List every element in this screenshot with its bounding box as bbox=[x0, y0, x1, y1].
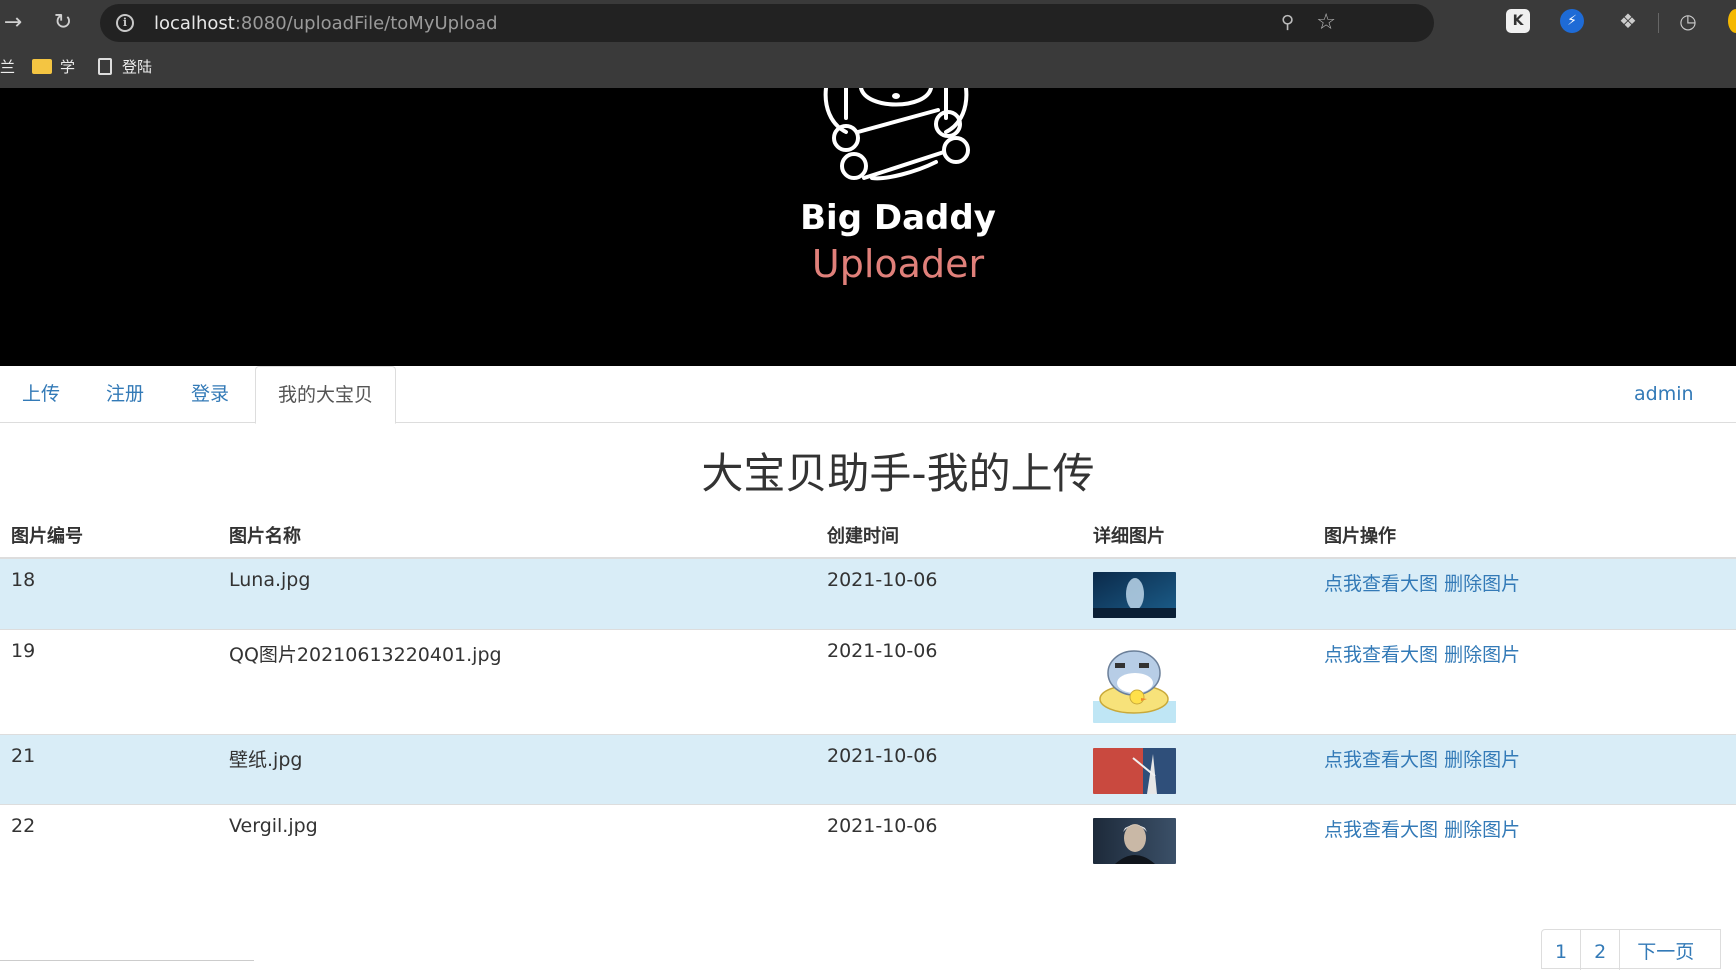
delete-image-link[interactable]: 删除图片 bbox=[1444, 819, 1520, 841]
view-large-link[interactable]: 点我查看大图 bbox=[1324, 573, 1438, 595]
table-row: 18 Luna.jpg 2021-10-06 点我查看大图 删除图片 bbox=[0, 557, 1736, 629]
cell-id: 18 bbox=[0, 557, 218, 629]
cell-thumbnail bbox=[1082, 803, 1313, 874]
table-row: 21 壁纸.jpg 2021-10-06 点我查看大图 删除图片 bbox=[0, 733, 1736, 804]
url-host: localhost bbox=[154, 13, 235, 34]
site-info-icon[interactable]: i bbox=[116, 14, 134, 32]
cell-name: Vergil.jpg bbox=[218, 803, 816, 874]
cell-name: Luna.jpg bbox=[218, 557, 816, 629]
cell-created: 2021-10-06 bbox=[816, 733, 1082, 804]
pagination: 1 2 下一页 bbox=[1541, 929, 1722, 970]
page-title: 大宝贝助手-我的上传 bbox=[701, 449, 1095, 498]
extension-k-icon[interactable]: K bbox=[1506, 9, 1530, 33]
profile-avatar[interactable] bbox=[1728, 9, 1736, 33]
cell-created: 2021-10-06 bbox=[816, 628, 1082, 734]
delete-image-link[interactable]: 删除图片 bbox=[1444, 644, 1520, 666]
column-header-actions: 图片操作 bbox=[1313, 512, 1736, 559]
table-row: 22 Vergil.jpg 2021-10-06 点我查看大图 删除图片 bbox=[0, 803, 1736, 874]
view-large-link[interactable]: 点我查看大图 bbox=[1324, 644, 1438, 666]
bookmark-label: 登陆 bbox=[122, 58, 153, 76]
cell-actions: 点我查看大图 删除图片 bbox=[1313, 803, 1736, 874]
forward-icon[interactable]: → bbox=[0, 10, 26, 36]
tab-login[interactable]: 登录 bbox=[191, 366, 229, 423]
address-bar[interactable]: i localhost:8080/uploadFile/toMyUpload ⚲… bbox=[100, 4, 1434, 42]
cell-actions: 点我查看大图 删除图片 bbox=[1313, 628, 1736, 734]
bookmark-denglu[interactable]: 登陆 bbox=[98, 56, 152, 78]
dog-bone-logo-icon bbox=[823, 88, 970, 181]
history-icon[interactable]: ◷ bbox=[1676, 9, 1700, 33]
bookmarks-bar: 兰 学 登陆 bbox=[0, 46, 1736, 88]
nav-tabs: 上传 注册 登录 我的大宝贝 admin bbox=[0, 366, 1736, 424]
footer-divider bbox=[0, 960, 254, 961]
zoom-icon[interactable]: ⚲ bbox=[1281, 12, 1294, 33]
tab-register[interactable]: 注册 bbox=[106, 366, 144, 423]
tab-upload[interactable]: 上传 bbox=[22, 366, 60, 423]
extensions-puzzle-icon[interactable]: ❖ bbox=[1616, 9, 1640, 33]
table-row: 19 QQ图片20210613220401.jpg 2021-10-06 点我查… bbox=[0, 628, 1736, 734]
thumbnail-qq-sticker-image[interactable] bbox=[1093, 642, 1176, 723]
uploads-table: 图片编号 图片名称 创建时间 详细图片 图片操作 18 Luna.jpg 202… bbox=[0, 512, 1736, 874]
thumbnail-vergil-image[interactable] bbox=[1093, 817, 1176, 864]
thumbnail-luna-image[interactable] bbox=[1093, 572, 1176, 618]
cell-name: 壁纸.jpg bbox=[218, 733, 816, 804]
favorite-star-icon[interactable]: ☆ bbox=[1316, 10, 1336, 35]
browser-toolbar: → ↻ i localhost:8080/uploadFile/toMyUplo… bbox=[0, 0, 1736, 46]
bookmark-folder-xue[interactable]: 学 bbox=[32, 56, 75, 78]
page-link-1[interactable]: 1 bbox=[1542, 930, 1582, 970]
cell-id: 22 bbox=[0, 803, 218, 874]
browser-chrome: → ↻ i localhost:8080/uploadFile/toMyUplo… bbox=[0, 0, 1736, 88]
brand-subtitle: Uploader bbox=[811, 242, 985, 286]
cell-created: 2021-10-06 bbox=[816, 803, 1082, 874]
cell-id: 19 bbox=[0, 628, 218, 734]
page-link-2[interactable]: 2 bbox=[1581, 930, 1621, 970]
url-path: :8080/uploadFile/toMyUpload bbox=[234, 13, 498, 34]
bookmark-label: 学 bbox=[60, 58, 76, 76]
cell-id: 21 bbox=[0, 733, 218, 804]
view-large-link[interactable]: 点我查看大图 bbox=[1324, 819, 1438, 841]
delete-image-link[interactable]: 删除图片 bbox=[1444, 573, 1520, 595]
extension-bolt-icon[interactable]: ⚡ bbox=[1560, 9, 1584, 33]
folder-icon bbox=[32, 59, 52, 74]
column-header-created: 创建时间 bbox=[816, 512, 1082, 559]
user-link-admin[interactable]: admin bbox=[1634, 366, 1694, 423]
cell-thumbnail bbox=[1082, 733, 1313, 804]
column-header-id: 图片编号 bbox=[0, 512, 218, 559]
reload-icon[interactable]: ↻ bbox=[50, 10, 76, 36]
cell-actions: 点我查看大图 删除图片 bbox=[1313, 733, 1736, 804]
cell-thumbnail bbox=[1082, 557, 1313, 629]
site-banner: Big Daddy Uploader bbox=[0, 88, 1736, 366]
tab-my-uploads[interactable]: 我的大宝贝 bbox=[255, 366, 397, 424]
cell-name: QQ图片20210613220401.jpg bbox=[218, 628, 816, 734]
table-header-row: 图片编号 图片名称 创建时间 详细图片 图片操作 bbox=[0, 512, 1736, 559]
view-large-link[interactable]: 点我查看大图 bbox=[1324, 749, 1438, 771]
column-header-thumbnail: 详细图片 bbox=[1082, 512, 1313, 559]
cell-created: 2021-10-06 bbox=[816, 557, 1082, 629]
brand-title: Big Daddy bbox=[800, 198, 996, 238]
cell-thumbnail bbox=[1082, 628, 1313, 734]
page-icon bbox=[98, 58, 112, 75]
next-page-link[interactable]: 下一页 bbox=[1620, 930, 1720, 970]
column-header-name: 图片名称 bbox=[218, 512, 816, 559]
bookmark-overflow[interactable]: 兰 bbox=[0, 56, 15, 78]
url-text[interactable]: localhost:8080/uploadFile/toMyUpload bbox=[154, 13, 498, 34]
delete-image-link[interactable]: 删除图片 bbox=[1444, 749, 1520, 771]
toolbar-divider bbox=[1658, 13, 1659, 33]
cell-actions: 点我查看大图 删除图片 bbox=[1313, 557, 1736, 629]
thumbnail-wallpaper-image[interactable] bbox=[1093, 747, 1176, 794]
